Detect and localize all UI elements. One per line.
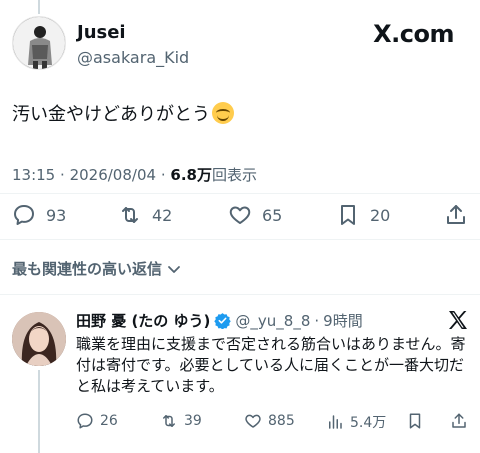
meta-separator: · bbox=[60, 166, 65, 184]
reply-author-handle[interactable]: @_yu_8_8 bbox=[235, 312, 310, 330]
share-icon bbox=[447, 205, 465, 224]
reply-repost-count: 39 bbox=[184, 413, 202, 429]
post-text: 汚い金やけどありがとう bbox=[12, 102, 234, 128]
like-button[interactable]: 65 bbox=[228, 203, 282, 227]
reply-count: 93 bbox=[46, 205, 67, 225]
verified-badge-icon bbox=[214, 313, 232, 329]
reply-icon bbox=[14, 205, 34, 225]
heart-icon bbox=[229, 206, 251, 224]
repost-icon bbox=[122, 207, 138, 223]
reply-views-count: 5.4万 bbox=[350, 415, 387, 431]
author-avatar[interactable] bbox=[12, 16, 66, 70]
reply-views-button[interactable]: 5.4万 bbox=[326, 412, 386, 432]
like-count: 65 bbox=[262, 205, 283, 225]
bookmark-icon bbox=[409, 413, 421, 429]
divider bbox=[0, 239, 480, 240]
reply-header: 田野 憂 (たの ゆう) @_yu_8_8 · 9時間 bbox=[76, 310, 363, 331]
post-text-content: 汚い金やけどありがとう bbox=[12, 104, 210, 125]
reply-like-button[interactable]: 885 bbox=[244, 412, 295, 430]
divider bbox=[0, 193, 480, 194]
share-icon bbox=[452, 413, 466, 428]
author-name[interactable]: Jusei bbox=[77, 22, 126, 43]
avatar-figure-icon bbox=[13, 17, 65, 69]
reply-bookmark-button[interactable] bbox=[406, 412, 424, 430]
chevron-down-icon bbox=[168, 266, 181, 273]
reply-repost-button[interactable]: 39 bbox=[160, 412, 202, 430]
reply-text: 職業を理由に支援まで否定される筋合いはありません。寄付は寄付です。必要としている… bbox=[76, 335, 466, 395]
reply-icon bbox=[77, 413, 93, 429]
bookmark-count: 20 bbox=[370, 205, 391, 225]
author-handle[interactable]: @asakara_Kid bbox=[77, 48, 189, 67]
post-meta: 13:15 · 2026/08/04 · 6.8万回表示 bbox=[12, 164, 257, 185]
post-time[interactable]: 13:15 bbox=[12, 166, 55, 184]
reply-sort-label: 最も関連性の高い返信 bbox=[12, 260, 163, 278]
post-date[interactable]: 2026/08/04 bbox=[70, 166, 156, 184]
smiling-face-emoji-icon bbox=[212, 102, 234, 124]
reply-actions: 26 39 885 5.4万 bbox=[0, 412, 480, 432]
reply-share-button[interactable] bbox=[450, 412, 468, 430]
meta-separator: · bbox=[314, 311, 320, 330]
reply-author-avatar[interactable] bbox=[12, 312, 66, 366]
site-logo: X.com bbox=[373, 20, 454, 48]
meta-separator: · bbox=[160, 166, 166, 184]
avatar-portrait-icon bbox=[12, 312, 66, 366]
analytics-bar-icon bbox=[329, 415, 342, 429]
divider bbox=[0, 294, 480, 295]
reply-reply-count: 26 bbox=[100, 413, 118, 429]
bookmark-button[interactable]: 20 bbox=[336, 203, 390, 227]
share-button[interactable] bbox=[444, 203, 468, 227]
reply-post[interactable]: 田野 憂 (たの ゆう) @_yu_8_8 · 9時間 職業を理由に支援まで否定され… bbox=[0, 296, 480, 453]
thread-line bbox=[38, 0, 40, 14]
x-logo-icon bbox=[449, 311, 467, 329]
repost-count: 42 bbox=[152, 205, 173, 225]
reply-sort-dropdown[interactable]: 最も関連性の高い返信 bbox=[12, 258, 181, 279]
heart-icon bbox=[245, 414, 261, 428]
views-count: 6.8万 bbox=[170, 166, 212, 184]
repost-icon bbox=[163, 415, 175, 427]
reply-like-count: 885 bbox=[268, 413, 295, 429]
repost-button[interactable]: 42 bbox=[118, 203, 172, 227]
reply-reply-button[interactable]: 26 bbox=[76, 412, 118, 430]
reply-time[interactable]: 9時間 bbox=[323, 310, 363, 331]
reply-author-name[interactable]: 田野 憂 (たの ゆう) bbox=[76, 310, 210, 331]
views-label: 回表示 bbox=[211, 166, 257, 184]
bookmark-icon bbox=[341, 205, 355, 225]
main-post: Jusei @asakara_Kid X.com 汚い金やけどありがとう 13:… bbox=[0, 0, 480, 282]
reply-button[interactable]: 93 bbox=[12, 203, 66, 227]
post-actions: 93 42 65 20 bbox=[0, 203, 480, 229]
